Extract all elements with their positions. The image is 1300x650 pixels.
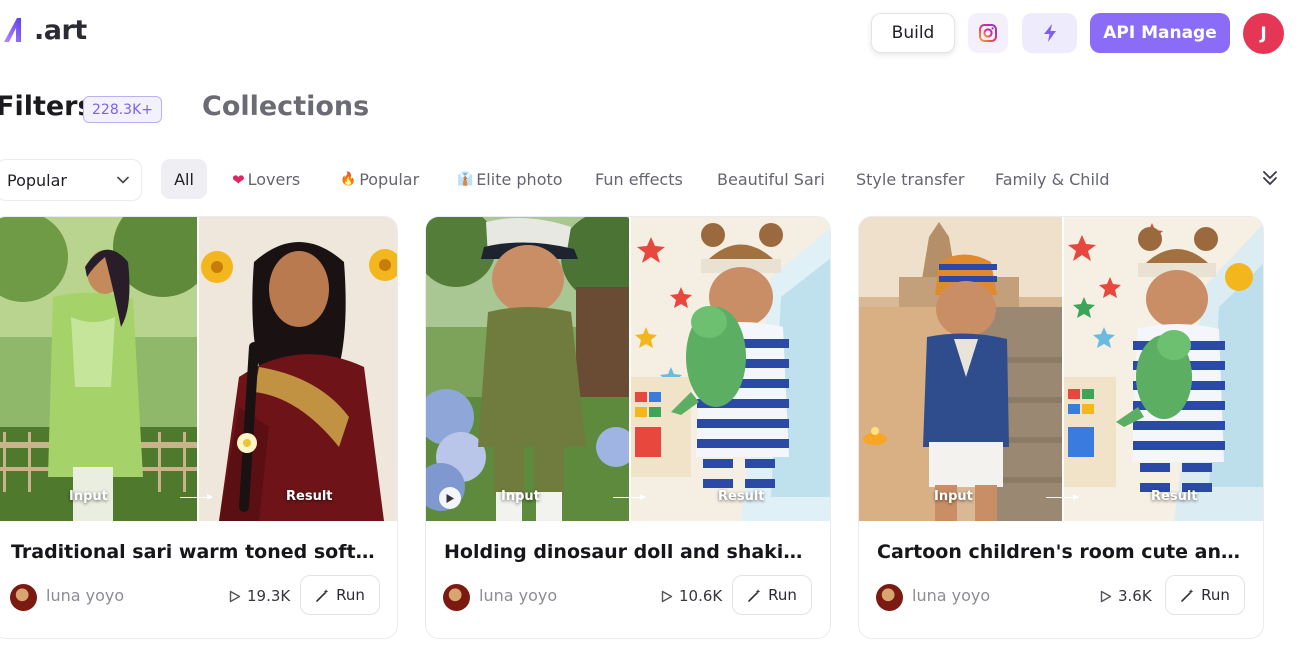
magic-wand-icon	[1181, 588, 1194, 602]
category-family-child[interactable]: Family & Child	[995, 170, 1110, 189]
view-count: 3.6K	[1100, 587, 1152, 605]
category-elite-photo[interactable]: 👔 Elite photo	[457, 170, 563, 189]
compare-arrow-icon	[1046, 494, 1079, 500]
chevron-down-icon	[117, 176, 129, 184]
logo-mark-icon	[4, 18, 21, 42]
category-label: Popular	[359, 170, 420, 189]
result-label: Result	[1151, 489, 1198, 504]
input-label: Input	[69, 489, 108, 504]
sort-dropdown[interactable]: Popular	[0, 159, 142, 201]
input-label: Input	[934, 489, 973, 504]
card-preview-image[interactable]: Input Result	[426, 217, 830, 521]
card-title[interactable]: Cartoon children's room cute and ...	[877, 541, 1247, 563]
fire-icon: 🔥	[340, 172, 357, 187]
instagram-button[interactable]	[968, 13, 1008, 53]
run-label: Run	[336, 586, 365, 604]
category-label: Fun effects	[595, 170, 683, 189]
card-preview-image[interactable]: Input Result	[0, 217, 397, 521]
result-photo	[1064, 217, 1263, 521]
filters-count-badge: 228.3K+	[83, 96, 162, 123]
input-photo	[859, 217, 1062, 521]
compare-arrow-icon	[180, 494, 213, 500]
author-avatar[interactable]	[876, 584, 903, 611]
input-label: Input	[501, 489, 540, 504]
category-label: Elite photo	[476, 170, 563, 189]
card-title[interactable]: Traditional sari warm toned soft li...	[11, 541, 381, 563]
view-count-value: 10.6K	[679, 587, 723, 605]
filter-card[interactable]: Input Result Traditional sari warm toned…	[0, 216, 398, 639]
category-all[interactable]: All	[161, 159, 207, 199]
view-count: 19.3K	[229, 587, 290, 605]
view-count-value: 19.3K	[247, 587, 291, 605]
category-label: Style transfer	[856, 170, 965, 189]
run-button[interactable]: Run	[300, 575, 380, 615]
author-name[interactable]: luna yoyo	[912, 586, 990, 605]
double-chevron-down-icon[interactable]	[1261, 169, 1279, 187]
compare-arrow-icon	[613, 494, 646, 500]
result-label: Result	[286, 489, 333, 504]
suit-icon: 👔	[457, 172, 474, 187]
input-photo	[0, 217, 197, 521]
view-count-value: 3.6K	[1118, 587, 1152, 605]
run-button[interactable]: Run	[1165, 575, 1245, 615]
play-count-icon	[1100, 590, 1112, 602]
boost-button[interactable]	[1022, 13, 1077, 53]
bolt-icon	[1043, 24, 1056, 42]
heart-icon: ❤	[232, 170, 245, 189]
author-name[interactable]: luna yoyo	[46, 586, 124, 605]
category-lovers[interactable]: ❤ Lovers	[232, 170, 300, 189]
category-popular[interactable]: 🔥 Popular	[340, 170, 419, 189]
magic-wand-icon	[316, 588, 329, 602]
collections-tab[interactable]: Collections	[202, 91, 369, 122]
result-label: Result	[718, 489, 765, 504]
category-label: Family & Child	[995, 170, 1110, 189]
play-video-icon[interactable]	[439, 487, 461, 509]
run-label: Run	[768, 586, 797, 604]
author-avatar[interactable]	[10, 584, 37, 611]
filter-card[interactable]: Input Result Holding dinosaur doll and s…	[425, 216, 831, 639]
run-label: Run	[1201, 586, 1230, 604]
api-manage-button[interactable]: API Manage	[1090, 13, 1230, 53]
filter-card[interactable]: Input Result Cartoon children's room cut…	[858, 216, 1264, 639]
author-name[interactable]: luna yoyo	[479, 586, 557, 605]
author-avatar[interactable]	[443, 584, 470, 611]
logo-text: .art	[34, 14, 87, 46]
result-photo	[631, 217, 830, 521]
play-count-icon	[661, 590, 673, 602]
sort-dropdown-value: Popular	[7, 170, 67, 190]
category-label: Beautiful Sari	[717, 170, 825, 189]
magic-wand-icon	[748, 588, 761, 602]
result-photo	[199, 217, 397, 521]
play-count-icon	[229, 590, 241, 602]
view-count: 10.6K	[661, 587, 722, 605]
category-fun-effects[interactable]: Fun effects	[595, 170, 683, 189]
user-avatar[interactable]: J	[1243, 13, 1284, 54]
card-preview-image[interactable]: Input Result	[859, 217, 1263, 521]
category-beautiful-sari[interactable]: Beautiful Sari	[717, 170, 825, 189]
card-title[interactable]: Holding dinosaur doll and shaking...	[444, 541, 814, 563]
category-style-transfer[interactable]: Style transfer	[856, 170, 964, 189]
instagram-icon	[979, 24, 997, 42]
filters-tab[interactable]: Filters	[0, 91, 94, 122]
run-button[interactable]: Run	[732, 575, 812, 615]
category-label: Lovers	[247, 170, 301, 189]
build-button[interactable]: Build	[871, 13, 955, 53]
logo[interactable]: .art	[2, 14, 87, 46]
input-photo	[426, 217, 629, 521]
